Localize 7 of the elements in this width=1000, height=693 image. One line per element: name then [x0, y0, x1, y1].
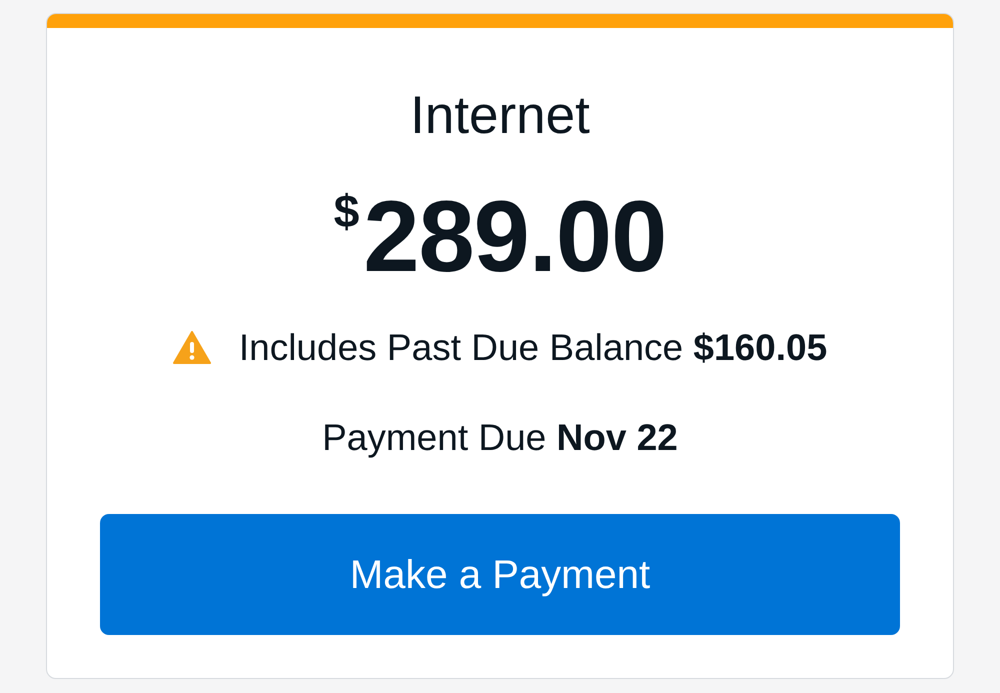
make-payment-button[interactable]: Make a Payment — [100, 514, 900, 635]
currency-symbol: $ — [334, 188, 360, 234]
past-due-notice: Includes Past Due Balance $160.05 — [238, 329, 828, 366]
amount-due: 289.00 — [363, 187, 666, 288]
payment-due-date: Payment Due Nov 22 — [322, 419, 678, 456]
warning-icon — [172, 331, 211, 364]
card-title: Internet — [410, 89, 590, 142]
